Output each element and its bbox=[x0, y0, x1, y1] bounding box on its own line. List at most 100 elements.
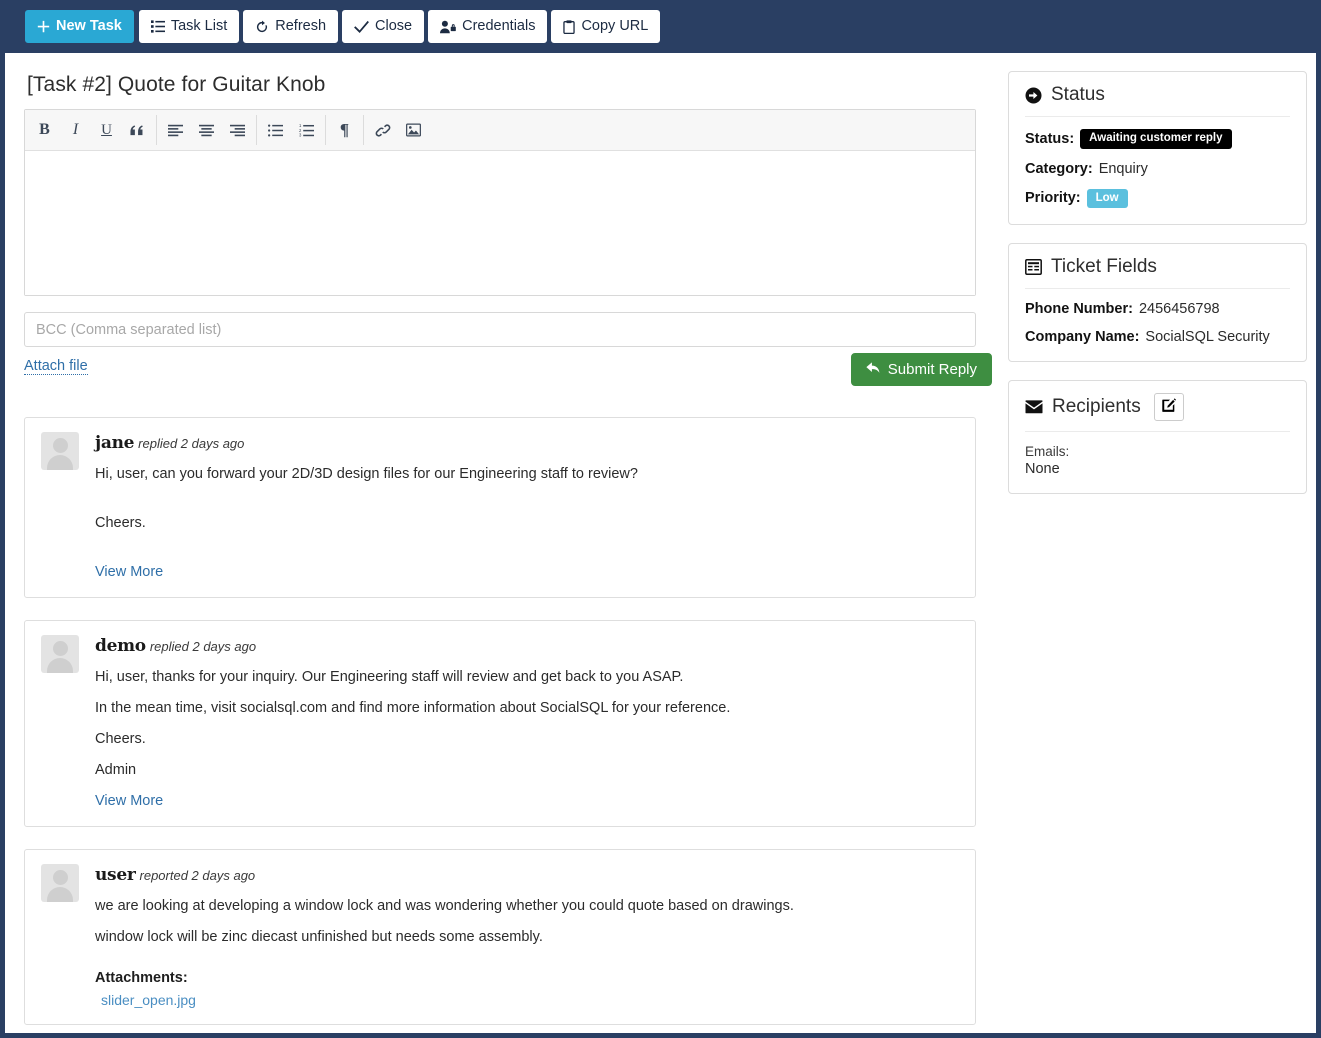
edit-pencil-icon bbox=[1161, 397, 1176, 417]
submit-reply-label: Submit Reply bbox=[887, 361, 977, 378]
comment-content: demo replied 2 days ago Hi, user, thanks … bbox=[95, 635, 959, 810]
toolbar-separator bbox=[363, 115, 364, 145]
company-name-value: SocialSQL Security bbox=[1145, 329, 1270, 345]
envelope-icon bbox=[1025, 400, 1043, 414]
priority-badge: Low bbox=[1086, 188, 1128, 208]
image-icon[interactable] bbox=[398, 114, 429, 146]
bcc-input[interactable] bbox=[24, 312, 976, 347]
ordered-list-icon[interactable]: 1 2 3 bbox=[291, 114, 322, 146]
comment-content: jane replied 2 days ago Hi, user, can you… bbox=[95, 432, 959, 581]
toolbar-separator bbox=[156, 115, 157, 145]
avatar-head-icon bbox=[52, 641, 68, 657]
top-navbar: New Task Task List Refresh Close Credent… bbox=[5, 0, 1321, 53]
align-left-icon[interactable] bbox=[160, 114, 191, 146]
copy-url-button[interactable]: Copy URL bbox=[551, 10, 661, 43]
recipients-panel: Recipients Emails: None bbox=[1008, 380, 1307, 494]
status-badge: Awaiting customer reply bbox=[1080, 129, 1232, 149]
link-icon[interactable] bbox=[367, 114, 398, 146]
comment-body: Hi, user, can you forward your 2D/3D des… bbox=[95, 464, 959, 534]
rtl-paragraph-icon[interactable]: ¶ bbox=[329, 114, 360, 146]
ticket-fields-panel-header: Ticket Fields bbox=[1025, 256, 1290, 289]
bold-icon[interactable]: B bbox=[29, 114, 60, 146]
category-row: Category: Enquiry bbox=[1025, 161, 1290, 177]
phone-number-row: Phone Number: 2456456798 bbox=[1025, 301, 1290, 317]
status-panel-header: Status bbox=[1025, 84, 1290, 117]
form-icon bbox=[1025, 259, 1042, 275]
emails-label: Emails: bbox=[1025, 444, 1070, 459]
priority-key: Priority: bbox=[1025, 190, 1081, 207]
comment-paragraph: Cheers. bbox=[95, 515, 146, 532]
edit-recipients-button[interactable] bbox=[1153, 393, 1184, 421]
sidebar: Status Status: Awaiting customer reply C… bbox=[1008, 71, 1307, 512]
unordered-list-icon[interactable] bbox=[260, 114, 291, 146]
arrow-circle-right-icon bbox=[1025, 87, 1042, 104]
align-right-icon[interactable] bbox=[222, 114, 253, 146]
comment-paragraph: Hi, user, thanks for your inquiry. Our E… bbox=[95, 669, 684, 686]
reply-editor-body[interactable] bbox=[25, 151, 975, 295]
phone-number-key: Phone Number: bbox=[1025, 301, 1133, 317]
submit-reply-button[interactable]: Submit Reply bbox=[850, 353, 992, 386]
view-more-link[interactable]: View More bbox=[95, 793, 163, 809]
status-panel: Status Status: Awaiting customer reply C… bbox=[1008, 71, 1307, 225]
italic-icon[interactable]: I bbox=[60, 114, 91, 146]
ticket-fields-panel: Ticket Fields Phone Number: 2456456798 C… bbox=[1008, 243, 1307, 362]
comment-author: demo bbox=[95, 636, 146, 657]
status-key: Status: bbox=[1025, 130, 1075, 147]
copy-url-label: Copy URL bbox=[581, 18, 649, 35]
new-task-button[interactable]: New Task bbox=[25, 10, 134, 43]
avatar-head-icon bbox=[52, 438, 68, 453]
company-name-row: Company Name: SocialSQL Security bbox=[1025, 329, 1290, 345]
comment-timestamp: replied 2 days ago bbox=[138, 436, 245, 451]
user-lock-icon bbox=[440, 20, 456, 34]
attach-submit-row: Attach file Submit Reply bbox=[24, 353, 992, 395]
comment-paragraph: In the mean time, visit socialsql.com an… bbox=[95, 700, 731, 717]
close-button[interactable]: Close bbox=[342, 10, 425, 43]
comment-timestamp: replied 2 days ago bbox=[149, 639, 257, 655]
category-value: Enquiry bbox=[1098, 160, 1148, 177]
align-center-icon[interactable] bbox=[191, 114, 222, 146]
task-list-button[interactable]: Task List bbox=[138, 10, 240, 43]
comment-body: Hi, user, thanks for your inquiry. Our E… bbox=[95, 667, 959, 781]
emails-value: None bbox=[1025, 461, 1060, 477]
refresh-label: Refresh bbox=[275, 18, 327, 35]
comment-body: we are looking at developing a window lo… bbox=[95, 896, 959, 948]
reply-editor: B I U 1 2 3 ¶ bbox=[24, 109, 976, 296]
status-row: Status: Awaiting customer reply bbox=[1025, 129, 1290, 149]
comment-paragraph: window lock will be zinc diecast unfinis… bbox=[95, 929, 543, 946]
comment-author: jane bbox=[95, 433, 135, 453]
underline-icon[interactable]: U bbox=[91, 114, 122, 146]
comment-paragraph: Admin bbox=[95, 762, 137, 779]
reply-arrow-icon bbox=[866, 361, 881, 379]
comment-card: user reported 2 days ago we are looking a… bbox=[24, 849, 976, 1026]
avatar-body-icon bbox=[47, 658, 73, 674]
page-title: [Task #2] Quote for Guitar Knob bbox=[27, 73, 326, 96]
avatar bbox=[41, 864, 79, 903]
close-label: Close bbox=[375, 18, 413, 35]
page-frame: New Task Task List Refresh Close Credent… bbox=[0, 0, 1321, 1038]
comment-header: jane replied 2 days ago bbox=[95, 433, 959, 453]
refresh-button[interactable]: Refresh bbox=[243, 10, 339, 43]
comment-header: user reported 2 days ago bbox=[95, 865, 959, 885]
recipients-panel-header: Recipients bbox=[1025, 393, 1290, 432]
list-icon bbox=[150, 20, 165, 33]
comment-paragraph: we are looking at developing a window lo… bbox=[95, 898, 794, 915]
comment-timestamp: reported 2 days ago bbox=[139, 868, 256, 884]
avatar-body-icon bbox=[47, 455, 73, 470]
view-more-link[interactable]: View More bbox=[95, 564, 163, 580]
refresh-icon bbox=[255, 20, 269, 34]
page-content: [Task #2] Quote for Guitar Knob B I U 1 … bbox=[10, 53, 1321, 1033]
main-column: [Task #2] Quote for Guitar Knob B I U 1 … bbox=[24, 73, 992, 1026]
credentials-button[interactable]: Credentials bbox=[428, 10, 548, 43]
ticket-fields-panel-title: Ticket Fields bbox=[1051, 256, 1157, 277]
comment-card: jane replied 2 days ago Hi, user, can you… bbox=[24, 417, 976, 599]
company-name-key: Company Name: bbox=[1025, 329, 1140, 345]
comment-card: demo replied 2 days ago Hi, user, thanks … bbox=[24, 620, 976, 828]
attach-file-link[interactable]: Attach file bbox=[24, 358, 88, 375]
blockquote-icon[interactable] bbox=[122, 114, 153, 146]
attachment-link[interactable]: slider_open.jpg bbox=[101, 992, 959, 1008]
comment-content: user reported 2 days ago we are looking a… bbox=[95, 864, 959, 1008]
avatar-body-icon bbox=[47, 887, 73, 903]
avatar bbox=[41, 432, 79, 470]
task-list-label: Task List bbox=[170, 18, 228, 35]
recipients-panel-title: Recipients bbox=[1052, 396, 1141, 417]
